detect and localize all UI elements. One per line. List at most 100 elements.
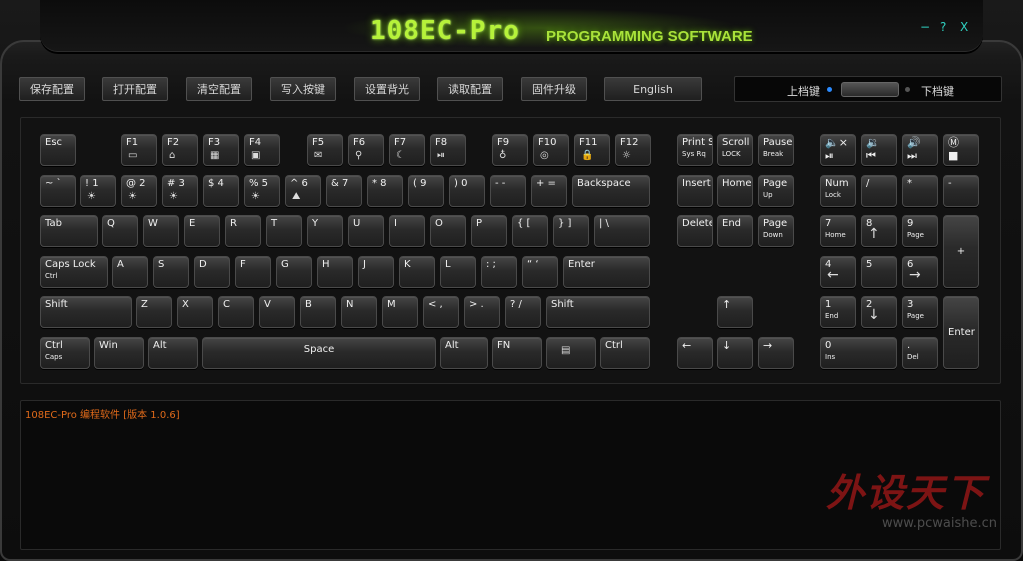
key-comma[interactable]: < , xyxy=(423,296,459,328)
key-scroll-lock[interactable]: Scroll LOCK xyxy=(717,134,753,166)
key-pause[interactable]: Pause Break xyxy=(758,134,794,166)
key-o[interactable]: O xyxy=(430,215,466,247)
key-x[interactable]: X xyxy=(177,296,213,328)
key-f11[interactable]: F11 🔒 xyxy=(574,134,610,166)
key-q[interactable]: Q xyxy=(102,215,138,247)
key-f9[interactable]: F9 ♁ xyxy=(492,134,528,166)
key-f5[interactable]: F5 ✉ xyxy=(307,134,343,166)
level-toggle-slider[interactable] xyxy=(841,82,899,97)
key-backslash[interactable]: | \ xyxy=(594,215,650,247)
key-e[interactable]: E xyxy=(184,215,220,247)
write-keys-button[interactable]: 写入按键 xyxy=(270,77,336,101)
key-left-shift[interactable]: Shift xyxy=(40,296,132,328)
key-numpad-7[interactable]: 7 Home xyxy=(820,215,856,247)
key-numpad-5[interactable]: 5 xyxy=(861,256,897,288)
key-2[interactable]: @ 2 ☀ xyxy=(121,175,157,207)
key-6[interactable]: ^ 6 ⛰ xyxy=(285,175,321,207)
key-numpad-8[interactable]: 8 ↑ xyxy=(861,215,897,247)
key-backspace[interactable]: Backspace xyxy=(572,175,650,207)
key-f12[interactable]: F12 ☼ xyxy=(615,134,651,166)
key-numpad-decimal[interactable]: . Del xyxy=(902,337,938,369)
key-j[interactable]: J xyxy=(358,256,394,288)
key-t[interactable]: T xyxy=(266,215,302,247)
key-numpad-add[interactable]: + xyxy=(943,215,979,288)
key-5[interactable]: % 5 ☀ xyxy=(244,175,280,207)
key-right-alt[interactable]: Alt xyxy=(440,337,488,369)
key-numpad-3[interactable]: 3 Page xyxy=(902,296,938,328)
key-backtick[interactable]: ~ ` xyxy=(40,175,76,207)
key-y[interactable]: Y xyxy=(307,215,343,247)
key-escape[interactable]: Esc xyxy=(40,134,76,166)
key-f6[interactable]: F6 ⚲ xyxy=(348,134,384,166)
key-arrow-right[interactable]: → xyxy=(758,337,794,369)
key-w[interactable]: W xyxy=(143,215,179,247)
key-f[interactable]: F xyxy=(235,256,271,288)
key-insert[interactable]: Insert xyxy=(677,175,713,207)
key-9[interactable]: ( 9 xyxy=(408,175,444,207)
save-config-button[interactable]: 保存配置 xyxy=(19,77,85,101)
key-r[interactable]: R xyxy=(225,215,261,247)
key-a[interactable]: A xyxy=(112,256,148,288)
minimize-button[interactable]: − xyxy=(920,20,930,34)
key-b[interactable]: B xyxy=(300,296,336,328)
key-m[interactable]: M xyxy=(382,296,418,328)
key-quote[interactable]: “ ‘ xyxy=(522,256,558,288)
key-numpad-2[interactable]: 2 ↓ xyxy=(861,296,897,328)
key-minus[interactable]: - - xyxy=(490,175,526,207)
key-p[interactable]: P xyxy=(471,215,507,247)
key-f8[interactable]: F8 ⏯ xyxy=(430,134,466,166)
key-page-down[interactable]: Page Down xyxy=(758,215,794,247)
key-numpad-0[interactable]: 0 Ins xyxy=(820,337,897,369)
key-volume-up[interactable]: 🔊 ⏭ xyxy=(902,134,938,166)
key-numpad-enter[interactable]: Enter xyxy=(943,296,979,369)
key-u[interactable]: U xyxy=(348,215,384,247)
key-i[interactable]: I xyxy=(389,215,425,247)
key-numpad-4[interactable]: 4 ← xyxy=(820,256,856,288)
key-arrow-left[interactable]: ← xyxy=(677,337,713,369)
key-l[interactable]: L xyxy=(440,256,476,288)
key-numpad-9[interactable]: 9 Page xyxy=(902,215,938,247)
key-3[interactable]: # 3 ☀ xyxy=(162,175,198,207)
open-config-button[interactable]: 打开配置 xyxy=(102,77,168,101)
key-v[interactable]: V xyxy=(259,296,295,328)
language-english-button[interactable]: English xyxy=(604,77,702,101)
key-z[interactable]: Z xyxy=(136,296,172,328)
key-page-up[interactable]: Page Up xyxy=(758,175,794,207)
key-delete[interactable]: Delete xyxy=(677,215,713,247)
key-right-shift[interactable]: Shift xyxy=(546,296,650,328)
key-menu[interactable]: ▤ xyxy=(546,337,596,369)
key-f1[interactable]: F1 ▭ xyxy=(121,134,157,166)
key-numpad-6[interactable]: 6 → xyxy=(902,256,938,288)
key-space[interactable]: Space xyxy=(202,337,436,369)
key-print-screen[interactable]: Print ScreenSys Rq xyxy=(677,134,713,166)
key-fn[interactable]: FN xyxy=(492,337,542,369)
key-f2[interactable]: F2 ⌂ xyxy=(162,134,198,166)
key-4[interactable]: $ 4 xyxy=(203,175,239,207)
key-left-alt[interactable]: Alt xyxy=(148,337,198,369)
key-h[interactable]: H xyxy=(317,256,353,288)
key-win[interactable]: Win xyxy=(94,337,144,369)
key-right-bracket[interactable]: } ] xyxy=(553,215,589,247)
key-numpad-multiply[interactable]: * xyxy=(902,175,938,207)
key-numpad-1[interactable]: 1 End xyxy=(820,296,856,328)
key-f4[interactable]: F4 ▣ xyxy=(244,134,280,166)
set-backlight-button[interactable]: 设置背光 xyxy=(354,77,420,101)
key-c[interactable]: C xyxy=(218,296,254,328)
key-numpad-divide[interactable]: / xyxy=(861,175,897,207)
key-n[interactable]: N xyxy=(341,296,377,328)
clear-config-button[interactable]: 清空配置 xyxy=(186,77,252,101)
key-numpad-subtract[interactable]: - xyxy=(943,175,979,207)
key-0[interactable]: ) 0 xyxy=(449,175,485,207)
key-7[interactable]: & 7 xyxy=(326,175,362,207)
help-button[interactable]: ? xyxy=(940,20,946,34)
key-period[interactable]: > . xyxy=(464,296,500,328)
key-1[interactable]: ! 1 ☀ xyxy=(80,175,116,207)
key-right-ctrl[interactable]: Ctrl xyxy=(600,337,650,369)
key-tab[interactable]: Tab xyxy=(40,215,98,247)
key-f7[interactable]: F7 ☾ xyxy=(389,134,425,166)
key-caps-lock[interactable]: Caps Lock Ctrl xyxy=(40,256,108,288)
key-slash[interactable]: ? / xyxy=(505,296,541,328)
firmware-upgrade-button[interactable]: 固件升级 xyxy=(521,77,587,101)
key-num-lock[interactable]: Num Lock xyxy=(820,175,856,207)
close-button[interactable]: X xyxy=(960,20,968,34)
